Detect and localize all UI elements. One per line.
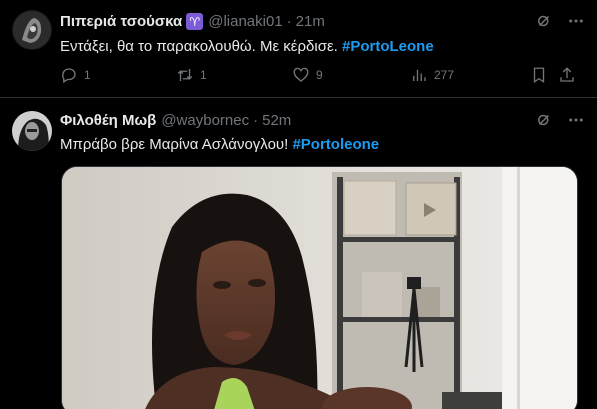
tweet-body: Εντάξει, θα το παρακολουθώ. Με κέρδισε. bbox=[60, 38, 342, 55]
handle[interactable]: @waybornec bbox=[161, 112, 249, 129]
top-actions bbox=[535, 12, 585, 35]
top-actions bbox=[535, 111, 585, 134]
hashtag-link[interactable]: #Portoleone bbox=[292, 136, 379, 153]
tweet-header: Φιλοθέη Μωβ @waybornec · 52m bbox=[60, 112, 291, 129]
action-bar: 1 1 9 277 bbox=[60, 66, 585, 88]
more-icon[interactable] bbox=[567, 111, 585, 134]
retweet-button[interactable]: 1 bbox=[176, 66, 207, 84]
tweet-body: Μπράβο βρε Μαρίνα Ασλάνογλου! bbox=[60, 136, 293, 153]
views-icon bbox=[413, 69, 426, 81]
handle[interactable]: @lianaki01 bbox=[208, 13, 282, 30]
hashtag-link[interactable]: #PortoLeone bbox=[342, 38, 434, 55]
avatar[interactable] bbox=[12, 111, 52, 151]
tweet[interactable]: Φιλοθέη Μωβ @waybornec · 52m Μπράβο βρε … bbox=[0, 99, 597, 409]
retweet-icon bbox=[177, 69, 193, 81]
tweet-text: Εντάξει, θα το παρακολουθώ. Με κέρδισε. … bbox=[60, 38, 434, 55]
bookmark-icon bbox=[533, 67, 545, 84]
timestamp[interactable]: 52m bbox=[262, 112, 291, 129]
share-button[interactable] bbox=[558, 66, 576, 84]
reply-count: 1 bbox=[84, 68, 91, 82]
share-icon bbox=[560, 67, 574, 82]
retweet-count: 1 bbox=[200, 68, 207, 82]
avatar[interactable] bbox=[12, 10, 52, 50]
view-count: 277 bbox=[434, 68, 455, 82]
more-icon[interactable] bbox=[567, 12, 585, 35]
tweet-text: Μπράβο βρε Μαρίνα Ασλάνογλου! #Portoleon… bbox=[60, 136, 379, 153]
bookmark-button[interactable] bbox=[530, 66, 548, 84]
like-button[interactable]: 9 bbox=[292, 66, 323, 84]
tweet-header: Πιπεριά τσούσκα ♈ @lianaki01 · 21m bbox=[60, 13, 325, 30]
reply-icon bbox=[62, 68, 76, 83]
display-name[interactable]: Φιλοθέη Μωβ bbox=[60, 112, 156, 129]
display-name[interactable]: Πιπεριά τσούσκα bbox=[60, 13, 182, 30]
grok-icon[interactable] bbox=[535, 111, 553, 134]
views-button[interactable]: 277 bbox=[410, 66, 454, 84]
video-frame bbox=[62, 167, 577, 409]
separator: · bbox=[286, 13, 292, 30]
reply-button[interactable]: 1 bbox=[60, 66, 91, 84]
timestamp[interactable]: 21m bbox=[296, 13, 325, 30]
aries-badge-icon: ♈ bbox=[186, 13, 204, 30]
like-count: 9 bbox=[316, 68, 323, 82]
tweet[interactable]: Πιπεριά τσούσκα ♈ @lianaki01 · 21m Εντάξ… bbox=[0, 0, 597, 98]
separator: · bbox=[253, 112, 259, 129]
grok-icon[interactable] bbox=[535, 12, 553, 35]
video-media[interactable] bbox=[61, 166, 578, 409]
like-icon bbox=[293, 67, 309, 82]
